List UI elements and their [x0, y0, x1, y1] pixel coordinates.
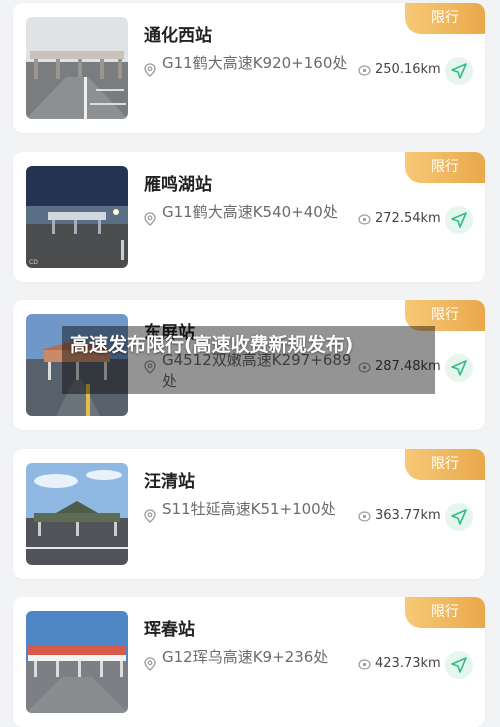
navigate-arrow-icon — [451, 360, 467, 376]
station-card[interactable]: CD 雁鸣湖站 限行 G11鹤大高速K540+40处 272.54km — [13, 152, 485, 282]
station-name: 雁鸣湖站 — [144, 175, 212, 195]
navigate-arrow-icon — [451, 212, 467, 228]
distance-icon — [358, 511, 371, 522]
status-badge: 限行 — [405, 597, 485, 628]
svg-text:CD: CD — [29, 259, 38, 266]
station-distance: 363.77km — [375, 508, 441, 523]
station-distance: 272.54km — [375, 211, 441, 226]
station-photo — [26, 463, 128, 565]
navigate-button[interactable] — [445, 206, 473, 234]
location-pin-icon — [144, 657, 156, 671]
station-distance: 250.16km — [375, 62, 441, 77]
status-badge: 限行 — [405, 449, 485, 480]
overlay-title: 高速发布限行(高速收费新规发布) — [70, 334, 354, 356]
station-address: G12珲乌高速K9+236处 — [162, 648, 329, 666]
station-name: 汪清站 — [144, 472, 195, 492]
station-name: 通化西站 — [144, 26, 212, 46]
navigate-button[interactable] — [445, 503, 473, 531]
station-address: G11鹤大高速K920+160处 — [162, 54, 348, 72]
station-photo: CD — [26, 166, 128, 268]
station-photo — [26, 611, 128, 713]
distance-icon — [358, 65, 371, 76]
status-badge: 限行 — [405, 3, 485, 34]
station-photo — [26, 17, 128, 119]
navigate-arrow-icon — [451, 63, 467, 79]
navigate-button[interactable] — [445, 57, 473, 85]
distance-icon — [358, 214, 371, 225]
title-overlay: 高速发布限行(高速收费新规发布) — [62, 326, 435, 394]
station-address: S11牡延高速K51+100处 — [162, 500, 336, 518]
station-address: G11鹤大高速K540+40处 — [162, 203, 338, 221]
station-card[interactable]: 汪清站 限行 S11牡延高速K51+100处 363.77km — [13, 449, 485, 579]
location-pin-icon — [144, 63, 156, 77]
station-card[interactable]: 珲春站 限行 G12珲乌高速K9+236处 423.73km — [13, 597, 485, 727]
navigate-arrow-icon — [451, 657, 467, 673]
status-badge: 限行 — [405, 152, 485, 183]
navigate-button[interactable] — [445, 651, 473, 679]
station-card[interactable]: 通化西站 限行 G11鹤大高速K920+160处 250.16km — [13, 3, 485, 133]
location-pin-icon — [144, 509, 156, 523]
navigate-arrow-icon — [451, 509, 467, 525]
navigate-button[interactable] — [445, 354, 473, 382]
station-name: 珲春站 — [144, 620, 195, 640]
distance-icon — [358, 659, 371, 670]
location-pin-icon — [144, 212, 156, 226]
station-distance: 423.73km — [375, 656, 441, 671]
